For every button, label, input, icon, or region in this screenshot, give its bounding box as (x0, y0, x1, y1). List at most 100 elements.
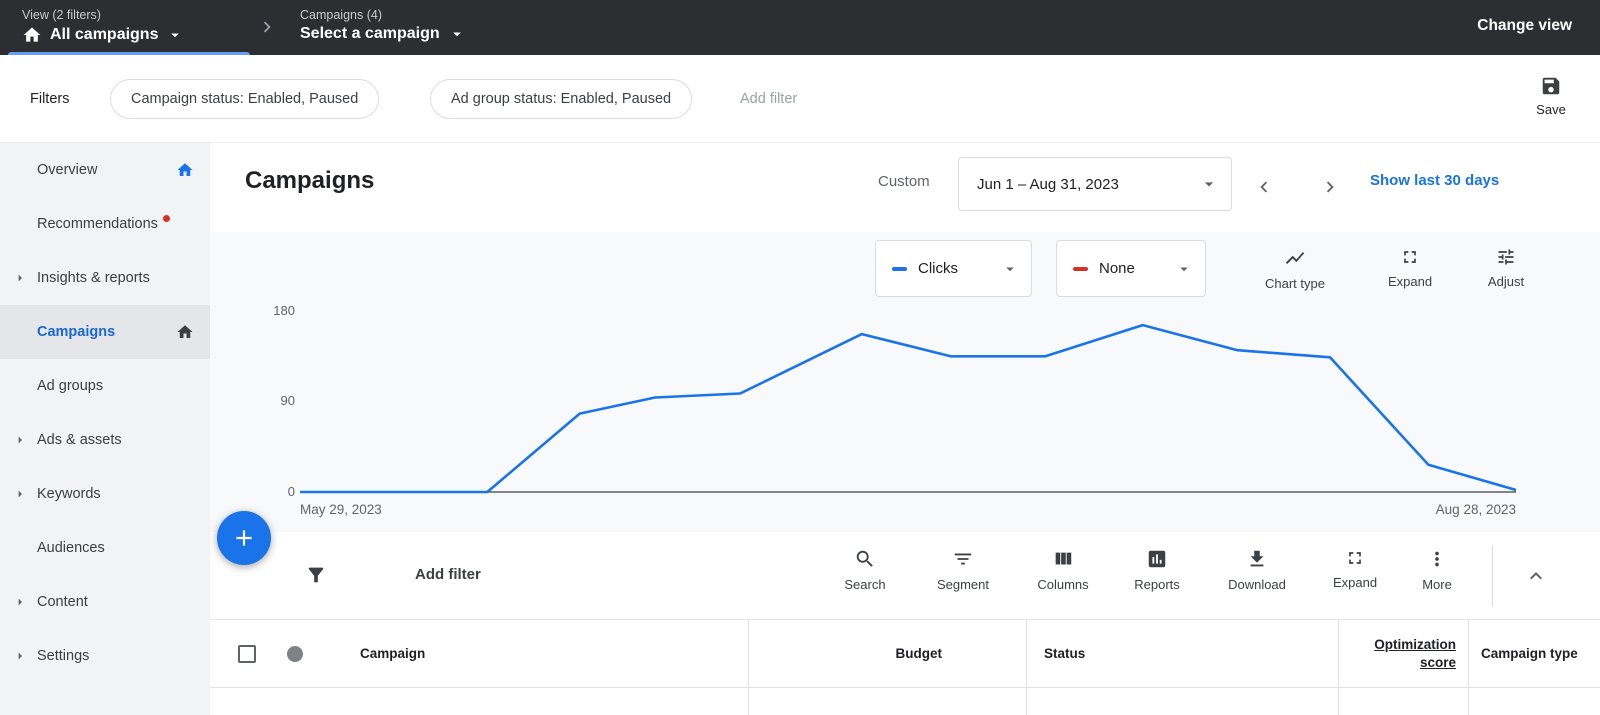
column-label-status: Status (1044, 646, 1085, 661)
sliders-icon (1496, 247, 1516, 267)
sidebar-item-label: Keywords (37, 486, 101, 502)
metric-2-value: None (1099, 260, 1135, 277)
next-period-button[interactable] (1312, 169, 1348, 205)
metric-2-dropdown[interactable]: None (1056, 240, 1206, 297)
save-button[interactable]: Save (1526, 75, 1576, 117)
clicks-series-line (300, 325, 1516, 492)
home-icon (22, 25, 42, 45)
select-all-checkbox[interactable] (238, 645, 256, 663)
chevron-right-icon (12, 270, 28, 286)
column-header-budget[interactable]: Budget (748, 620, 1026, 687)
google-ads-app: View (2 filters) All campaigns Campaigns… (0, 0, 1600, 715)
chevron-right-icon (12, 594, 28, 610)
y-axis-tick: 180 (250, 303, 295, 318)
home-icon (176, 161, 194, 179)
top-navigation-bar: View (2 filters) All campaigns Campaigns… (0, 0, 1600, 55)
chevron-down-icon (448, 25, 466, 43)
sidebar-item-label: Ad groups (37, 378, 103, 394)
chart-adjust-button[interactable]: Adjust (1464, 247, 1548, 289)
date-range-picker[interactable]: Jun 1 – Aug 31, 2023 (958, 157, 1232, 211)
clicks-line-chart (300, 300, 1516, 494)
columns-button[interactable]: Columns (1025, 548, 1101, 592)
sidebar-item-label: Ads & assets (37, 432, 122, 448)
expand-icon (1345, 548, 1365, 568)
metric-2-color-dash (1073, 267, 1088, 271)
column-header-optimization-score[interactable]: Optimization score (1338, 620, 1468, 687)
expand-label: Expand (1388, 274, 1432, 289)
chevron-down-icon (166, 26, 184, 44)
sidebar-item-label: Recommendations (37, 216, 158, 232)
segment-label: Segment (937, 577, 989, 592)
column-label-budget: Budget (896, 646, 943, 661)
reports-button[interactable]: Reports (1119, 548, 1195, 592)
previous-period-button[interactable] (1246, 169, 1282, 205)
sidebar-item-label: Content (37, 594, 88, 610)
y-axis-tick: 90 (250, 393, 295, 408)
sidebar-item-label: Overview (37, 162, 97, 178)
change-view-button[interactable]: Change view (1477, 17, 1572, 35)
view-filters-label: View (2 filters) (22, 8, 184, 23)
sidebar-item-audiences[interactable]: Audiences (0, 521, 210, 575)
campaign-selector-dropdown[interactable]: Campaigns (4) Select a campaign (300, 0, 466, 55)
reports-label: Reports (1134, 577, 1180, 592)
sidebar-item-overview[interactable]: Overview (0, 143, 210, 197)
download-label: Download (1228, 577, 1286, 592)
sidebar-item-ads-assets[interactable]: Ads & assets (0, 413, 210, 467)
plus-icon (231, 525, 257, 551)
chart-type-button[interactable]: Chart type (1253, 247, 1337, 291)
page-title: Campaigns (245, 167, 374, 195)
show-last-30-days-link[interactable]: Show last 30 days (1370, 172, 1499, 189)
metric-1-dropdown[interactable]: Clicks (875, 240, 1032, 297)
collapse-table-button[interactable] (1520, 560, 1552, 592)
sidebar-item-content[interactable]: Content (0, 575, 210, 629)
sidebar-item-label: Audiences (37, 540, 105, 556)
save-label: Save (1536, 102, 1566, 117)
columns-icon (1052, 548, 1074, 570)
add-campaign-fab[interactable] (217, 511, 271, 565)
table-toolbar: Add filter Search Segment Columns Report… (210, 532, 1600, 620)
search-label: Search (844, 577, 885, 592)
ad-group-status-filter-chip[interactable]: Ad group status: Enabled, Paused (430, 79, 692, 119)
sidebar-item-ad-groups[interactable]: Ad groups (0, 359, 210, 413)
chevron-up-icon (1524, 564, 1548, 588)
chart-expand-button[interactable]: Expand (1368, 247, 1452, 289)
expand-icon (1400, 247, 1420, 267)
column-label-campaign[interactable]: Campaign (360, 646, 425, 661)
segment-button[interactable]: Segment (925, 548, 1001, 592)
adjust-label: Adjust (1488, 274, 1524, 289)
add-filter-button[interactable]: Add filter (740, 91, 797, 107)
column-header-status[interactable]: Status (1026, 620, 1338, 687)
reports-icon (1146, 548, 1168, 570)
columns-label: Columns (1037, 577, 1088, 592)
chevron-right-icon (12, 486, 28, 502)
breadcrumb-chevron-icon (256, 16, 278, 38)
view-selector-value: All campaigns (50, 26, 158, 44)
table-row (210, 688, 1600, 715)
more-vertical-icon (1426, 548, 1448, 570)
x-axis-end-label: Aug 28, 2023 (1436, 502, 1516, 517)
toolbar-divider (1492, 546, 1493, 606)
sidebar-item-label: Insights & reports (37, 270, 150, 286)
campaign-status-filter-chip[interactable]: Campaign status: Enabled, Paused (110, 79, 379, 119)
chevron-right-icon (1319, 176, 1341, 198)
sidebar-item-label: Campaigns (37, 324, 115, 340)
sidebar-item-keywords[interactable]: Keywords (0, 467, 210, 521)
table-add-filter-button[interactable]: Add filter (415, 566, 481, 583)
chevron-right-icon (12, 432, 28, 448)
column-header-campaign-type[interactable]: Campaign type (1468, 620, 1600, 687)
sidebar-item-settings[interactable]: Settings (0, 629, 210, 683)
view-selector-dropdown[interactable]: View (2 filters) All campaigns (22, 0, 184, 55)
main-content: Campaigns Custom Jun 1 – Aug 31, 2023 Sh… (210, 143, 1600, 715)
sidebar-item-campaigns[interactable]: Campaigns (0, 305, 210, 359)
notification-dot-icon (163, 215, 170, 222)
chevron-down-icon (1001, 260, 1019, 278)
filter-funnel-icon[interactable] (305, 564, 327, 586)
sidebar-item-recommendations[interactable]: Recommendations (0, 197, 210, 251)
search-button[interactable]: Search (827, 548, 903, 592)
sidebar-item-insights-reports[interactable]: Insights & reports (0, 251, 210, 305)
download-button[interactable]: Download (1219, 548, 1295, 592)
table-expand-button[interactable]: Expand (1317, 548, 1393, 590)
more-button[interactable]: More (1399, 548, 1475, 592)
save-icon (1540, 75, 1562, 97)
filter-bar: Filters Campaign status: Enabled, Paused… (0, 55, 1600, 143)
